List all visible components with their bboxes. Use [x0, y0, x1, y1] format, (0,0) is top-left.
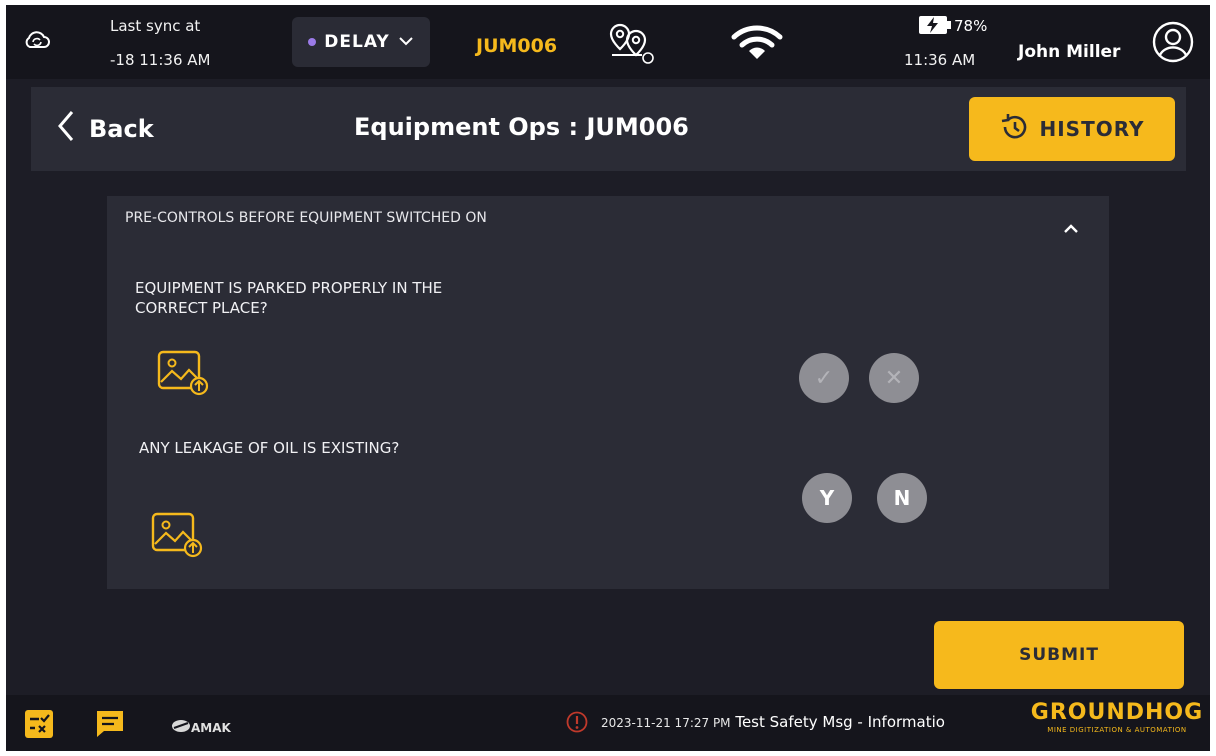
reject-button[interactable]: ✕: [869, 353, 919, 403]
back-label: Back: [89, 115, 154, 143]
brand-logo: GROUNDHOG MINE DIGITIZATION & AUTOMATION: [1027, 701, 1207, 735]
section-title: PRE-CONTROLS BEFORE EQUIPMENT SWITCHED O…: [125, 210, 487, 226]
equipment-id: JUM006: [476, 35, 558, 57]
status-dropdown[interactable]: DELAY: [292, 17, 430, 67]
brand-tagline: MINE DIGITIZATION & AUTOMATION: [1047, 726, 1187, 734]
no-label: N: [893, 486, 911, 510]
checklist-card: PRE-CONTROLS BEFORE EQUIPMENT SWITCHED O…: [107, 196, 1109, 589]
page-header: Back Equipment Ops : JUM006 HISTORY: [31, 87, 1186, 171]
clock: 11:36 AM: [904, 51, 976, 69]
approve-button[interactable]: ✓: [799, 353, 849, 403]
status-label: DELAY: [324, 32, 390, 52]
checklist-icon[interactable]: [24, 709, 54, 743]
battery-charging-icon: [918, 15, 952, 39]
question-1-text: EQUIPMENT IS PARKED PROPERLY IN THE CORR…: [135, 279, 443, 317]
page-title: Equipment Ops : JUM006: [354, 113, 689, 141]
question-2-text: ANY LEAKAGE OF OIL IS EXISTING?: [139, 439, 400, 457]
no-button[interactable]: N: [877, 473, 927, 523]
history-button[interactable]: HISTORY: [969, 97, 1175, 161]
yes-label: Y: [819, 486, 835, 510]
user-name[interactable]: John Miller: [1018, 42, 1120, 62]
wifi-icon: [730, 23, 784, 67]
user-avatar-icon[interactable]: [1152, 21, 1194, 67]
app-screen: Last sync at -18 11:36 AM DELAY JUM006 7…: [6, 5, 1210, 751]
submit-button[interactable]: SUBMIT: [934, 621, 1184, 689]
yes-button[interactable]: Y: [802, 473, 852, 523]
history-icon: [999, 112, 1029, 147]
safety-message[interactable]: 2023-11-21 17:27 PM Test Safety Msg - In…: [601, 713, 997, 731]
svg-text:AMAK: AMAK: [191, 721, 232, 735]
route-pins-icon[interactable]: [606, 21, 658, 71]
battery-percent: 78%: [954, 17, 988, 35]
cloud-sync-icon[interactable]: [22, 27, 52, 57]
image-upload-icon[interactable]: [151, 510, 203, 562]
chevron-up-icon[interactable]: [1063, 220, 1079, 239]
check-icon: ✓: [814, 365, 834, 391]
back-button[interactable]: Back: [57, 107, 154, 151]
submit-label: SUBMIT: [1019, 645, 1099, 665]
chevron-left-icon: [57, 109, 75, 149]
status-dot-icon: [308, 38, 317, 46]
image-upload-icon[interactable]: [157, 348, 209, 400]
message-text: Test Safety Msg - Informatio: [735, 713, 945, 731]
sync-time: -18 11:36 AM: [110, 51, 211, 69]
chevron-down-icon: [398, 32, 414, 52]
alert-icon: [566, 711, 588, 737]
status-bar: Last sync at -18 11:36 AM DELAY JUM006 7…: [6, 5, 1210, 79]
chat-icon[interactable]: [94, 709, 126, 743]
sync-label: Last sync at: [110, 17, 201, 35]
message-time: 2023-11-21 17:27 PM: [601, 716, 731, 730]
bottom-bar: AMAK 2023-11-21 17:27 PM Test Safety Msg…: [6, 695, 1210, 751]
history-label: HISTORY: [1039, 117, 1145, 141]
x-icon: ✕: [884, 365, 904, 391]
amak-logo: AMAK: [171, 714, 233, 740]
brand-name: GROUNDHOG: [1030, 700, 1204, 725]
